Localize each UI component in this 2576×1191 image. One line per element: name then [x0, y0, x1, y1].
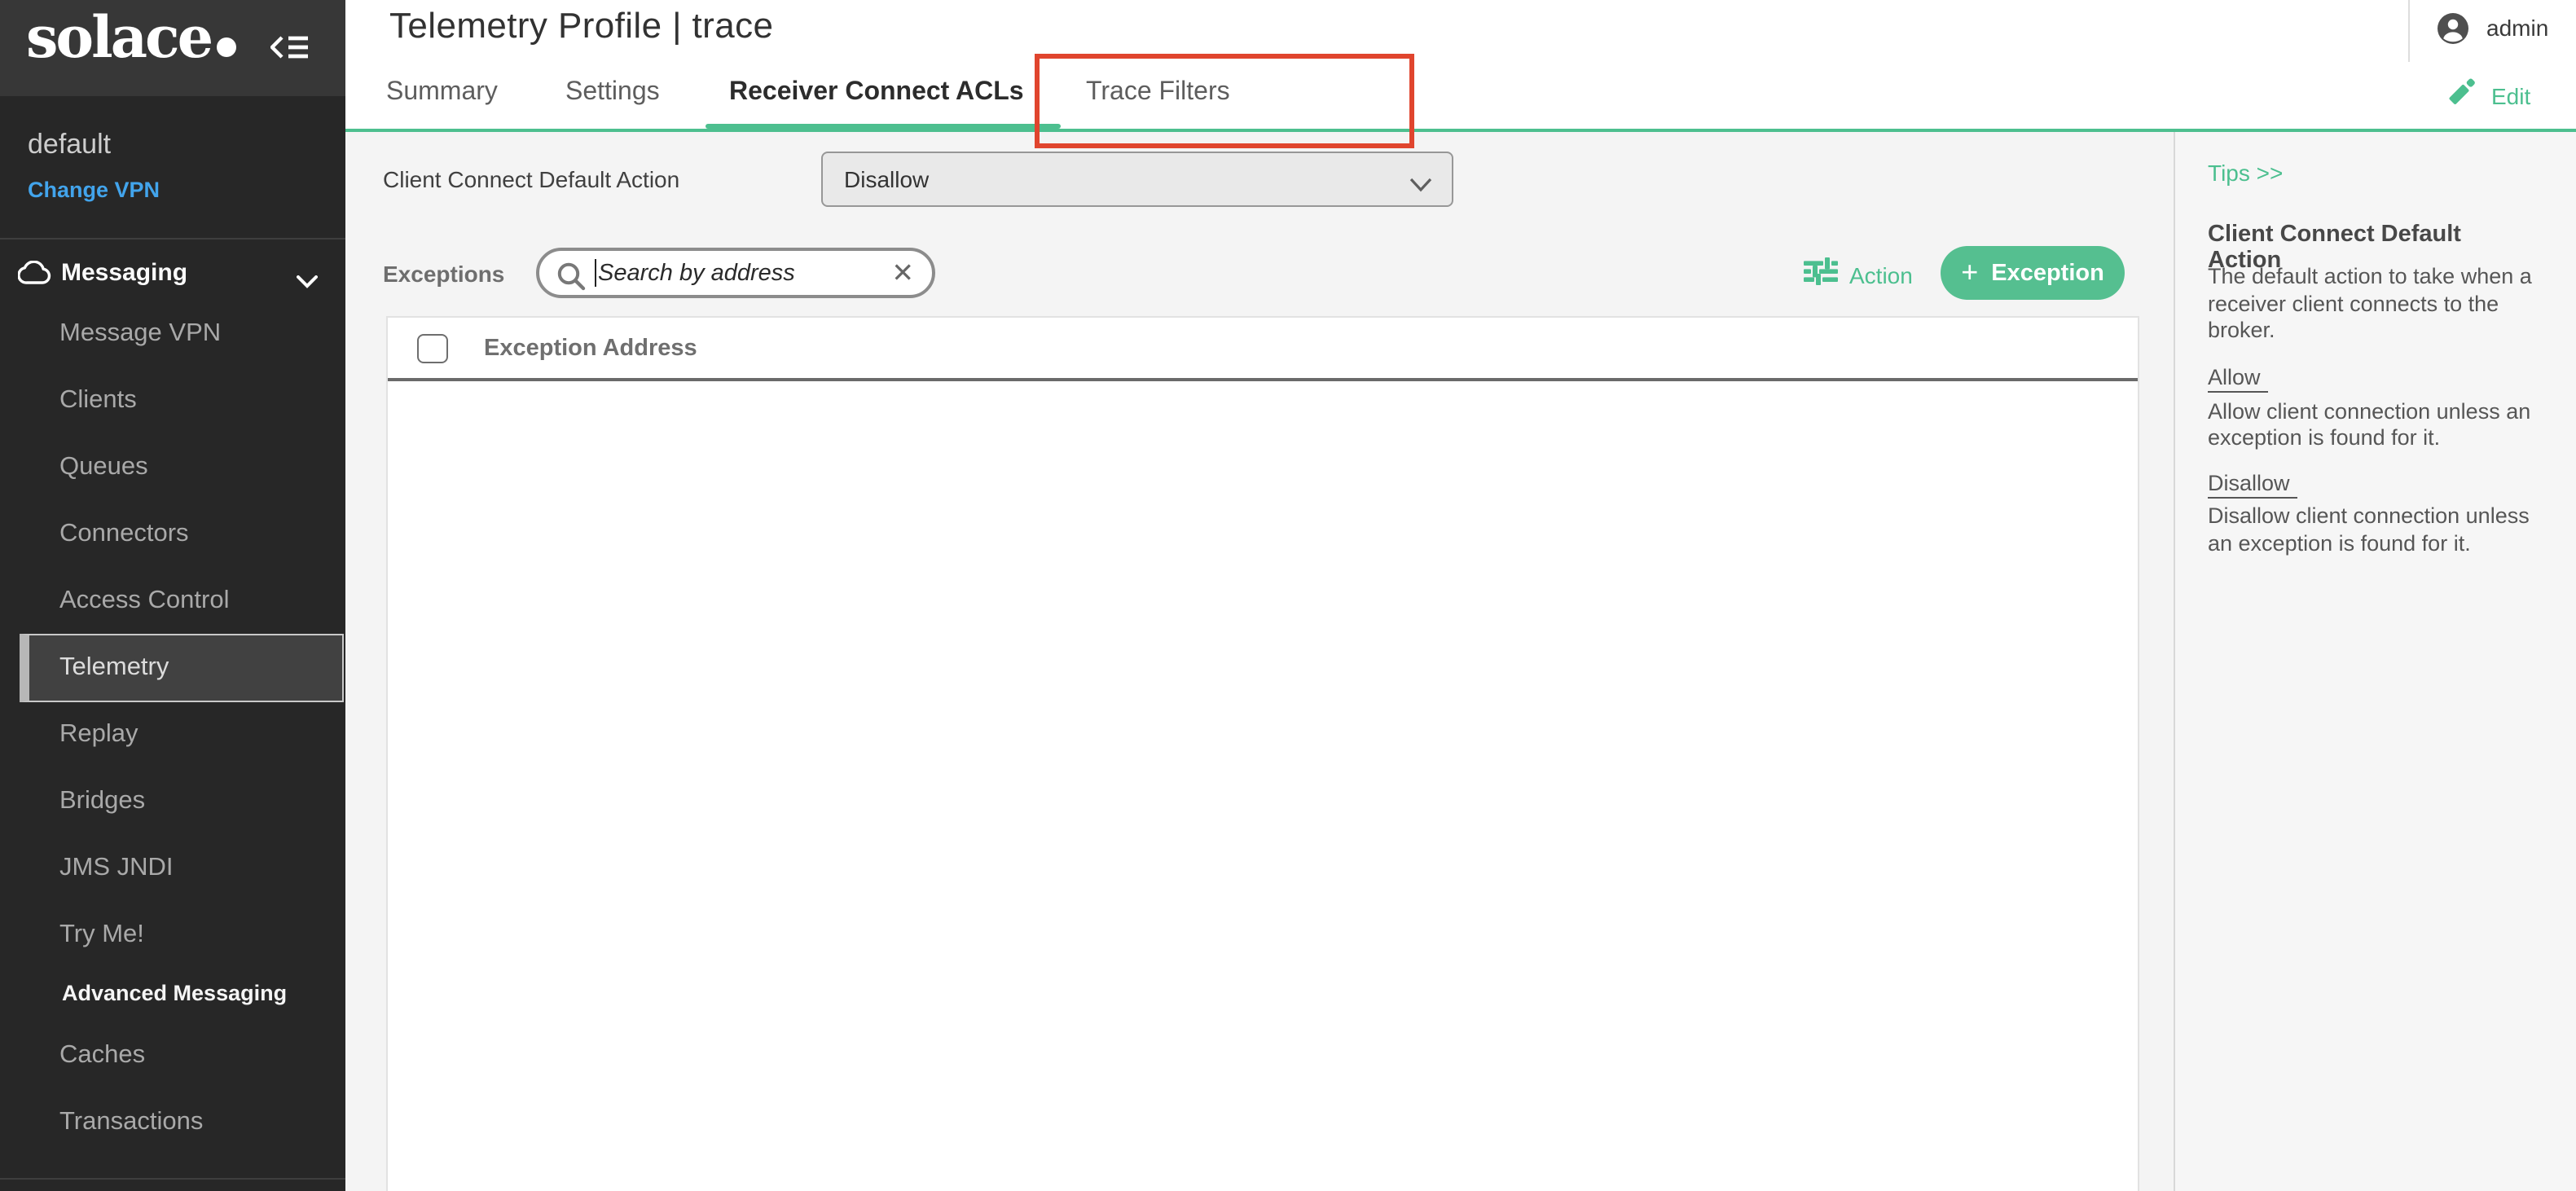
select-value: Disallow	[844, 153, 929, 205]
action-label: Action	[1849, 262, 1913, 288]
tips-link[interactable]: Tips >>	[2208, 160, 2283, 186]
sidebar-item-connectors[interactable]: Connectors	[0, 500, 345, 567]
tab-settings[interactable]: Settings	[565, 78, 660, 108]
sidebar-item-label: Caches	[0, 1040, 145, 1070]
exceptions-label: Exceptions	[383, 260, 504, 286]
sidebar-divider-bottom	[0, 1178, 345, 1180]
search-box: ✕	[536, 248, 935, 298]
default-action-select[interactable]: Disallow	[821, 152, 1453, 207]
annotation-box	[1035, 54, 1414, 148]
tips-line: exception is found for it.	[2208, 425, 2534, 452]
solace-logo: solace	[26, 5, 235, 72]
plus-icon: +	[1961, 257, 1978, 287]
app-root: solace default Change VPN Messaging Mess…	[0, 0, 2576, 1191]
tips-line: an exception is found for it.	[2208, 530, 2534, 557]
sidebar-item-messaging[interactable]: Messaging	[0, 240, 345, 306]
sidebar-item-label: JMS JNDI	[0, 853, 174, 882]
add-exception-label: Exception	[1991, 260, 2104, 286]
sidebar-item-label: Connectors	[0, 519, 189, 548]
sidebar-item-label: Message VPN	[0, 319, 221, 348]
change-vpn-link[interactable]: Change VPN	[28, 178, 160, 202]
sidebar-item-try-me[interactable]: Try Me!	[0, 901, 345, 968]
sidebar-item-label: Telemetry	[29, 653, 169, 683]
search-input[interactable]	[598, 254, 891, 292]
tips-line: receiver client connects to the	[2208, 291, 2534, 318]
page-header: Telemetry Profile | trace Summary Settin…	[345, 0, 2576, 132]
sidebar-item-caches[interactable]: Caches	[0, 1022, 345, 1088]
edit-button[interactable]: Edit	[2447, 77, 2530, 114]
add-exception-button[interactable]: + Exception	[1941, 246, 2125, 300]
active-tab-underline	[706, 123, 1061, 129]
clear-search-icon[interactable]: ✕	[891, 257, 914, 290]
collapse-sidebar-icon[interactable]	[270, 34, 310, 60]
sidebar-item-label: Replay	[0, 719, 138, 749]
sidebar-item-queues[interactable]: Queues	[0, 433, 345, 500]
search-icon	[556, 261, 587, 300]
tips-disallow-term: Disallow	[2208, 471, 2298, 499]
tips-line: The default action to take when a	[2208, 264, 2534, 291]
sidebar-item-bridges[interactable]: Bridges	[0, 767, 345, 834]
tab-summary[interactable]: Summary	[386, 78, 498, 108]
user-avatar-icon[interactable]	[2438, 12, 2468, 43]
tips-line: Disallow client connection unless	[2208, 503, 2534, 530]
header-divider	[2408, 0, 2410, 62]
sidebar-item-label: Transactions	[0, 1107, 203, 1136]
default-action-label: Client Connect Default Action	[383, 166, 679, 192]
cloud-icon	[18, 261, 52, 292]
sidebar-item-label: Bridges	[0, 786, 145, 815]
user-name[interactable]: admin	[2486, 15, 2548, 41]
sidebar-item-label: Clients	[0, 385, 137, 415]
tips-paragraph: The default action to take when a receiv…	[2208, 264, 2534, 345]
select-all-checkbox[interactable]	[417, 333, 448, 363]
sliders-icon	[1804, 257, 1838, 293]
edit-label: Edit	[2491, 82, 2530, 108]
sidebar-item-message-vpn[interactable]: Message VPN	[0, 300, 345, 367]
sidebar-section-advanced-messaging[interactable]: Advanced Messaging	[0, 965, 345, 1022]
sidebar-item-label: Queues	[0, 452, 148, 481]
tips-allow-term: Allow	[2208, 365, 2269, 393]
page-title: Telemetry Profile | trace	[389, 5, 773, 47]
tips-disallow-description: Disallow client connection unless an exc…	[2208, 503, 2534, 557]
sidebar-item-access-control[interactable]: Access Control	[0, 567, 345, 634]
sidebar-item-clients[interactable]: Clients	[0, 367, 345, 433]
current-vpn-name: default	[28, 129, 111, 161]
tips-allow-description: Allow client connection unless an except…	[2208, 398, 2534, 452]
select-chevron-icon	[1409, 171, 1432, 200]
logo-dot	[216, 37, 235, 57]
sidebar-item-jms-jndi[interactable]: JMS JNDI	[0, 834, 345, 901]
main-content: Client Connect Default Action Disallow E…	[345, 132, 2576, 1191]
action-button[interactable]: Action	[1804, 257, 1913, 293]
sidebar-item-transactions[interactable]: Transactions	[0, 1088, 345, 1155]
tab-receiver-connect-acls[interactable]: Receiver Connect ACLs	[729, 78, 1024, 108]
text-caret	[595, 259, 596, 287]
tips-line: broker.	[2208, 318, 2534, 345]
sidebar-item-label: Access Control	[0, 586, 229, 615]
sidebar-logo-area: solace	[0, 0, 345, 96]
sidebar: solace default Change VPN Messaging Mess…	[0, 0, 345, 1191]
sidebar-item-label: Advanced Messaging	[0, 981, 287, 1005]
sidebar-item-replay[interactable]: Replay	[0, 701, 345, 767]
column-header-exception-address: Exception Address	[484, 335, 697, 361]
sidebar-item-label: Try Me!	[0, 920, 144, 949]
chevron-down-icon	[297, 267, 318, 295]
table-header-row: Exception Address	[388, 317, 2138, 381]
exceptions-table: Exception Address	[386, 315, 2139, 1191]
tips-line: Allow client connection unless an	[2208, 398, 2534, 425]
logo-text: solace	[26, 5, 211, 72]
pencil-icon	[2447, 77, 2477, 114]
sidebar-item-telemetry[interactable]: Telemetry	[20, 634, 344, 702]
